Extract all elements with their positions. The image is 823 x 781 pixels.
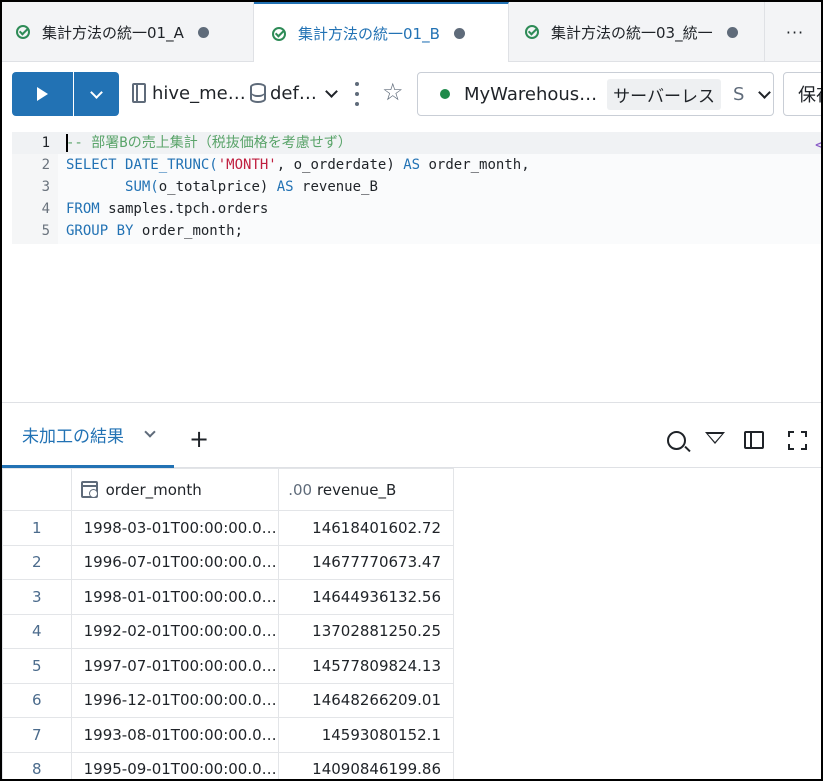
star-icon[interactable]: ☆	[382, 80, 404, 104]
unsaved-dot-icon	[197, 26, 209, 38]
tab-query-03-unified[interactable]: 集計方法の統一03_統一	[509, 2, 765, 62]
sql-editor[interactable]: 1 2 3 4 5 -- 部署Bの売上集計（税抜価格を考慮せず） SELECT …	[2, 127, 821, 402]
table-row[interactable]: 2 1996-07-01T00:00:00.0… 14677770673.47	[2, 544, 454, 580]
unsaved-dot-icon	[726, 26, 738, 38]
status-dot-icon	[440, 89, 450, 99]
calendar-clock-icon	[80, 481, 98, 498]
chevron-down-icon	[758, 85, 772, 99]
chevron-down-icon[interactable]	[144, 426, 156, 438]
column-name: order_month	[105, 480, 202, 499]
table-row[interactable]: 5 1997-07-01T00:00:00.0… 14577809824.13	[2, 648, 454, 684]
warehouse-size: S	[733, 83, 745, 105]
fullscreen-icon[interactable]	[788, 431, 807, 450]
catalog-icon	[132, 83, 146, 103]
code-line-1: -- 部署Bの売上集計（税抜価格を考慮せず）	[66, 135, 352, 151]
table-row[interactable]: 3 1998-01-01T00:00:00.0… 14644936132.56	[2, 579, 454, 615]
run-options-button[interactable]	[74, 72, 119, 116]
table-row[interactable]: 4 1992-02-01T00:00:00.0… 13702881250.25	[2, 613, 454, 649]
filter-icon[interactable]	[705, 432, 725, 444]
code-line-2: SELECT DATE_TRUNC('MONTH', o_orderdate) …	[66, 157, 530, 173]
line-number: 1	[41, 135, 50, 151]
play-icon	[37, 87, 48, 101]
schema-label: def…	[270, 82, 317, 104]
code-line-5: GROUP BY order_month;	[66, 223, 244, 239]
line-number: 5	[41, 223, 50, 239]
catalog-selector[interactable]: hive_me…	[132, 78, 246, 108]
schema-selector[interactable]: def…	[250, 78, 338, 108]
check-circle-icon	[272, 26, 286, 41]
results-table: order_month .00 revenue_B 1 1998-03-01T00…	[2, 468, 454, 779]
query-toolbar: hive_me… def… ☆ MyWarehous… サーバーレス S 保存	[2, 62, 821, 127]
line-number: 4	[41, 201, 50, 217]
column-header-order-month[interactable]: order_month	[70, 468, 280, 511]
check-circle-icon	[16, 25, 30, 39]
row-index-header	[2, 468, 72, 511]
catalog-label: hive_me…	[152, 82, 246, 104]
tab-raw-results[interactable]: 未加工の結果	[2, 403, 174, 468]
decimal-type-icon: .00	[288, 480, 313, 499]
app-window: 集計方法の統一01_A 集計方法の統一01_B 集計方法の統一03_統一 ···…	[0, 0, 823, 781]
results-header: 未加工の結果 +	[2, 402, 821, 468]
line-number: 3	[41, 179, 50, 195]
tab-bar: 集計方法の統一01_A 集計方法の統一01_B 集計方法の統一03_統一 ···	[2, 2, 821, 63]
code-line-3: SUM(o_totalprice) AS revenue_B	[125, 179, 378, 195]
code-line-4: FROM samples.tpch.orders	[66, 201, 269, 217]
check-circle-icon	[525, 25, 539, 39]
chevron-down-icon	[324, 84, 338, 98]
tab-label: 集計方法の統一01_B	[298, 25, 440, 43]
line-number: 2	[41, 157, 50, 173]
side-panel-icon[interactable]	[744, 431, 764, 449]
text-cursor	[66, 134, 68, 152]
search-icon[interactable]	[667, 431, 686, 450]
tab-label: 集計方法の統一03_統一	[551, 23, 713, 42]
warehouse-name: MyWarehous…	[464, 83, 598, 105]
table-row[interactable]: 6 1996-12-01T00:00:00.0… 14648266209.01	[2, 682, 454, 718]
save-button[interactable]: 保存	[783, 72, 821, 116]
column-header-revenue-b[interactable]: .00 revenue_B	[278, 468, 454, 511]
more-tabs-button[interactable]: ···	[765, 2, 821, 62]
run-button[interactable]	[12, 72, 73, 116]
chevron-down-icon	[90, 85, 103, 99]
results-tab-label: 未加工の結果	[22, 426, 124, 447]
table-header-row: order_month .00 revenue_B	[2, 468, 454, 511]
kebab-menu-icon[interactable]	[350, 82, 364, 106]
warehouse-selector[interactable]: MyWarehous… サーバーレス S	[417, 72, 774, 116]
database-icon	[250, 83, 266, 103]
tab-query-01-a[interactable]: 集計方法の統一01_A	[2, 2, 254, 62]
assistant-marker[interactable]: <	[815, 135, 821, 154]
unsaved-dot-icon	[453, 28, 465, 39]
table-row[interactable]: 8 1995-09-01T00:00:00.0… 14090846199.86	[2, 751, 454, 779]
table-row[interactable]: 7 1993-08-01T00:00:00.0… 14593080152.1	[2, 717, 454, 753]
add-visualization-button[interactable]: +	[189, 427, 209, 451]
table-row[interactable]: 1 1998-03-01T00:00:00.0… 14618401602.72	[2, 510, 454, 546]
warehouse-type-badge: サーバーレス	[607, 78, 721, 110]
tab-label: 集計方法の統一01_A	[42, 23, 184, 42]
column-name: revenue_B	[317, 480, 397, 499]
tab-query-01-b[interactable]: 集計方法の統一01_B	[254, 2, 509, 63]
